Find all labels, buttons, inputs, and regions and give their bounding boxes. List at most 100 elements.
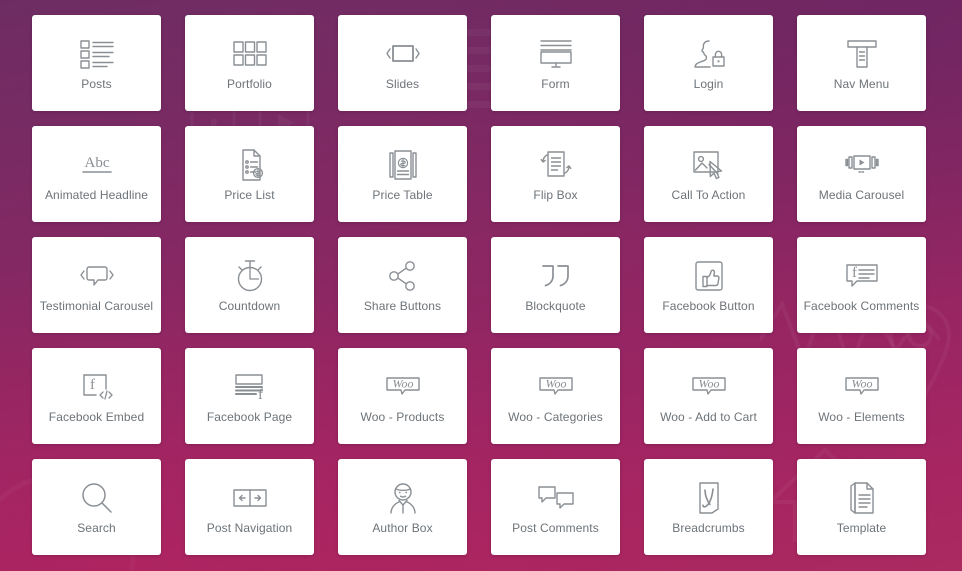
widget-card-blockquote[interactable]: Blockquote bbox=[491, 237, 620, 333]
widget-label: Flip Box bbox=[533, 188, 578, 203]
share-buttons-nodes-icon bbox=[388, 256, 418, 296]
svg-text:Woo: Woo bbox=[545, 377, 566, 391]
widget-label: Posts bbox=[81, 77, 112, 92]
widget-label: Blockquote bbox=[525, 299, 586, 314]
post-comments-bubbles-icon bbox=[537, 478, 575, 518]
woo-logo-icon: Woo bbox=[383, 367, 423, 407]
price-table-dollar-icon bbox=[385, 145, 421, 185]
widget-label: Facebook Page bbox=[206, 410, 293, 425]
widget-card-author-box[interactable]: Author Box bbox=[338, 459, 467, 555]
post-navigation-arrows-icon bbox=[232, 478, 268, 518]
widget-label: Testimonial Carousel bbox=[39, 299, 154, 314]
widget-card-search[interactable]: Search bbox=[32, 459, 161, 555]
widget-label: Facebook Button bbox=[662, 299, 755, 314]
widget-label: Portfolio bbox=[227, 77, 272, 92]
nav-menu-icon bbox=[846, 34, 878, 74]
widget-label: Login bbox=[693, 77, 724, 92]
widget-label: Facebook Comments bbox=[803, 299, 920, 314]
widget-card-slides[interactable]: Slides bbox=[338, 15, 467, 111]
widget-label: Animated Headline bbox=[44, 188, 149, 203]
svg-text:Woo: Woo bbox=[851, 377, 872, 391]
widget-card-facebook-embed[interactable]: f Facebook Embed bbox=[32, 348, 161, 444]
woo-logo-icon: Woo bbox=[842, 367, 882, 407]
widget-label: Price Table bbox=[372, 188, 433, 203]
widget-label: Countdown bbox=[218, 299, 281, 314]
widget-label: Call To Action bbox=[671, 188, 746, 203]
widget-card-woo-elements[interactable]: Woo Woo - Elements bbox=[797, 348, 926, 444]
svg-text:Abc: Abc bbox=[84, 155, 109, 171]
svg-text:Woo: Woo bbox=[698, 377, 719, 391]
portfolio-grid-icon bbox=[232, 34, 267, 74]
breadcrumbs-yoast-icon bbox=[694, 478, 724, 518]
widget-grid: Posts Portfolio Slides Form Login Nav Me… bbox=[0, 0, 962, 570]
widget-card-woo-add-to-cart[interactable]: Woo Woo - Add to Cart bbox=[644, 348, 773, 444]
facebook-embed-code-icon: f bbox=[80, 367, 114, 407]
widget-card-facebook-button[interactable]: Facebook Button bbox=[644, 237, 773, 333]
slides-carousel-icon bbox=[384, 34, 422, 74]
widget-label: Woo - Categories bbox=[508, 410, 603, 425]
widgets-panel: Posts Portfolio Slides Form Login Nav Me… bbox=[0, 0, 962, 571]
widget-card-countdown[interactable]: Countdown bbox=[185, 237, 314, 333]
blockquote-quotemark-icon bbox=[539, 256, 573, 296]
widget-card-breadcrumbs[interactable]: Breadcrumbs bbox=[644, 459, 773, 555]
widget-card-facebook-page[interactable]: f Facebook Page bbox=[185, 348, 314, 444]
widget-label: Template bbox=[836, 521, 887, 536]
widget-card-woo-products[interactable]: Woo Woo - Products bbox=[338, 348, 467, 444]
widget-label: Post Comments bbox=[512, 521, 599, 536]
svg-text:f: f bbox=[852, 265, 857, 281]
facebook-comment-bubble-icon: f bbox=[844, 256, 880, 296]
svg-text:f: f bbox=[258, 387, 263, 401]
woo-logo-icon: Woo bbox=[689, 367, 729, 407]
facebook-thumbs-up-icon bbox=[694, 256, 724, 296]
price-list-document-icon bbox=[235, 145, 265, 185]
widget-label: Author Box bbox=[372, 521, 433, 536]
widget-card-testimonial-carousel[interactable]: Testimonial Carousel bbox=[32, 237, 161, 333]
login-user-lock-icon bbox=[692, 34, 726, 74]
form-screen-icon bbox=[539, 34, 573, 74]
widget-label: Price List bbox=[224, 188, 275, 203]
widget-card-flip-box[interactable]: Flip Box bbox=[491, 126, 620, 222]
widget-label: Woo - Products bbox=[360, 410, 445, 425]
widget-card-woo-categories[interactable]: Woo Woo - Categories bbox=[491, 348, 620, 444]
animated-headline-abc-icon: Abc bbox=[75, 145, 119, 185]
widget-label: Search bbox=[77, 521, 116, 536]
widget-label: Share Buttons bbox=[363, 299, 442, 314]
widget-card-form[interactable]: Form bbox=[491, 15, 620, 111]
posts-list-icon bbox=[79, 34, 115, 74]
widget-label: Media Carousel bbox=[818, 188, 905, 203]
svg-text:Woo: Woo bbox=[392, 377, 413, 391]
search-magnifier-icon bbox=[80, 478, 114, 518]
testimonial-carousel-quote-icon bbox=[77, 256, 117, 296]
widget-label: Woo - Add to Cart bbox=[660, 410, 757, 425]
widget-card-login[interactable]: Login bbox=[644, 15, 773, 111]
call-to-action-image-cursor-icon bbox=[692, 145, 726, 185]
widget-label: Nav Menu bbox=[833, 77, 890, 92]
widget-label: Woo - Elements bbox=[818, 410, 905, 425]
widget-label: Form bbox=[541, 77, 570, 92]
widget-card-price-list[interactable]: Price List bbox=[185, 126, 314, 222]
widget-card-post-comments[interactable]: Post Comments bbox=[491, 459, 620, 555]
widget-card-share-buttons[interactable]: Share Buttons bbox=[338, 237, 467, 333]
widget-card-template[interactable]: Template bbox=[797, 459, 926, 555]
widget-label: Facebook Embed bbox=[48, 410, 145, 425]
widget-label: Slides bbox=[385, 77, 420, 92]
widget-card-price-table[interactable]: Price Table bbox=[338, 126, 467, 222]
widget-card-nav-menu[interactable]: Nav Menu bbox=[797, 15, 926, 111]
widget-card-facebook-comments[interactable]: f Facebook Comments bbox=[797, 237, 926, 333]
woo-logo-icon: Woo bbox=[536, 367, 576, 407]
widget-card-post-navigation[interactable]: Post Navigation bbox=[185, 459, 314, 555]
widget-card-animated-headline[interactable]: Abc Animated Headline bbox=[32, 126, 161, 222]
facebook-page-icon: f bbox=[233, 367, 267, 407]
widget-label: Post Navigation bbox=[206, 521, 293, 536]
widget-card-portfolio[interactable]: Portfolio bbox=[185, 15, 314, 111]
countdown-stopwatch-icon bbox=[234, 256, 266, 296]
template-document-icon bbox=[848, 478, 876, 518]
widget-label: Breadcrumbs bbox=[672, 521, 745, 536]
widget-card-call-to-action[interactable]: Call To Action bbox=[644, 126, 773, 222]
media-carousel-play-icon bbox=[842, 145, 882, 185]
widget-card-posts[interactable]: Posts bbox=[32, 15, 161, 111]
author-box-person-icon bbox=[387, 478, 419, 518]
svg-text:f: f bbox=[90, 377, 95, 393]
widget-card-media-carousel[interactable]: Media Carousel bbox=[797, 126, 926, 222]
flip-box-icon bbox=[539, 145, 573, 185]
